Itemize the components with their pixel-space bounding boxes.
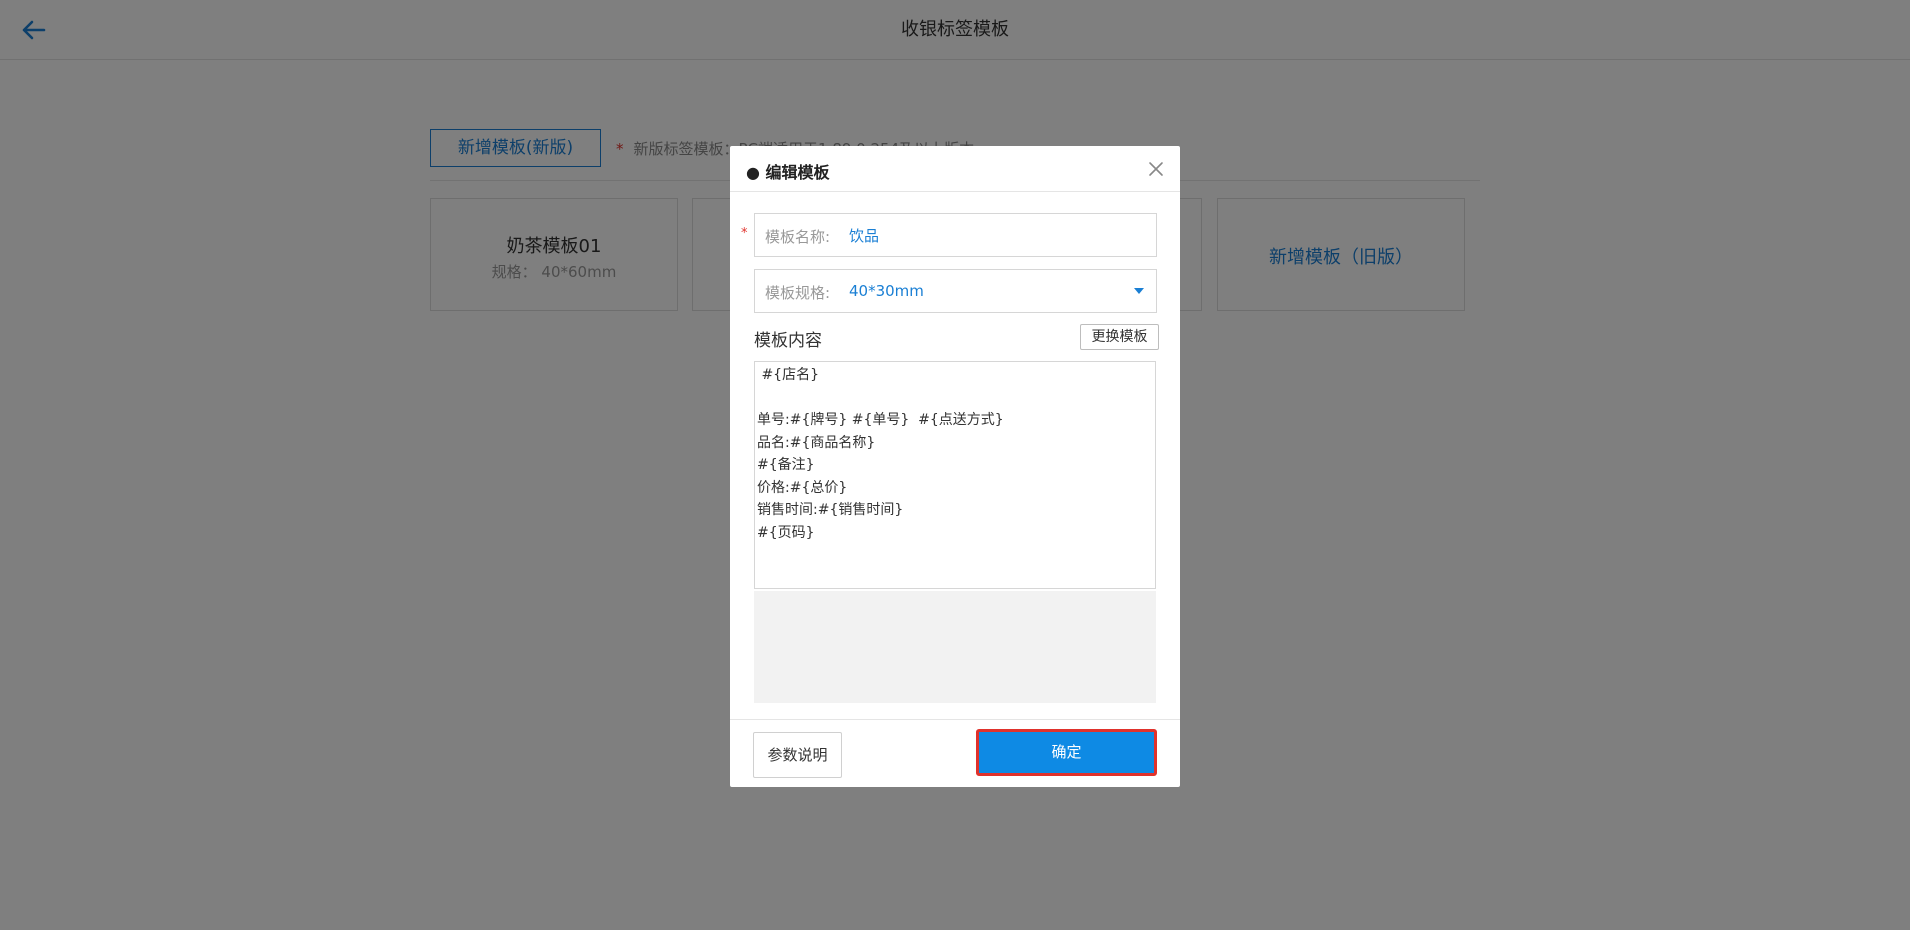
required-star: *	[741, 226, 748, 241]
close-button[interactable]	[1146, 159, 1166, 179]
close-icon	[1149, 162, 1163, 176]
template-name-field: 模板名称:	[754, 213, 1157, 257]
change-template-button[interactable]: 更换模板	[1080, 324, 1159, 350]
edit-template-dialog: ● 编辑模板 * 模板名称: 模板规格: 40*30mm 模板内容 更换模板 #…	[730, 146, 1180, 787]
dialog-title: ● 编辑模板	[746, 163, 830, 182]
template-spec-select[interactable]: 模板规格: 40*30mm	[754, 269, 1157, 313]
caret-down-icon	[1134, 288, 1144, 294]
preview-area	[754, 591, 1156, 703]
template-spec-value: 40*30mm	[849, 282, 924, 300]
template-name-input[interactable]	[849, 221, 1139, 249]
params-help-button[interactable]: 参数说明	[753, 732, 842, 778]
dialog-header: ● 编辑模板	[730, 146, 1180, 192]
template-name-label: 模板名称:	[765, 228, 831, 246]
dialog-footer: 参数说明 确定	[730, 719, 1180, 787]
template-spec-label: 模板规格:	[765, 284, 831, 302]
template-content-textarea[interactable]: #{店名} 单号:#{牌号} #{单号} #{点送方式} 品名:#{商品名称} …	[754, 361, 1156, 589]
confirm-button[interactable]: 确定	[976, 729, 1157, 776]
template-content-label: 模板内容	[754, 331, 822, 351]
